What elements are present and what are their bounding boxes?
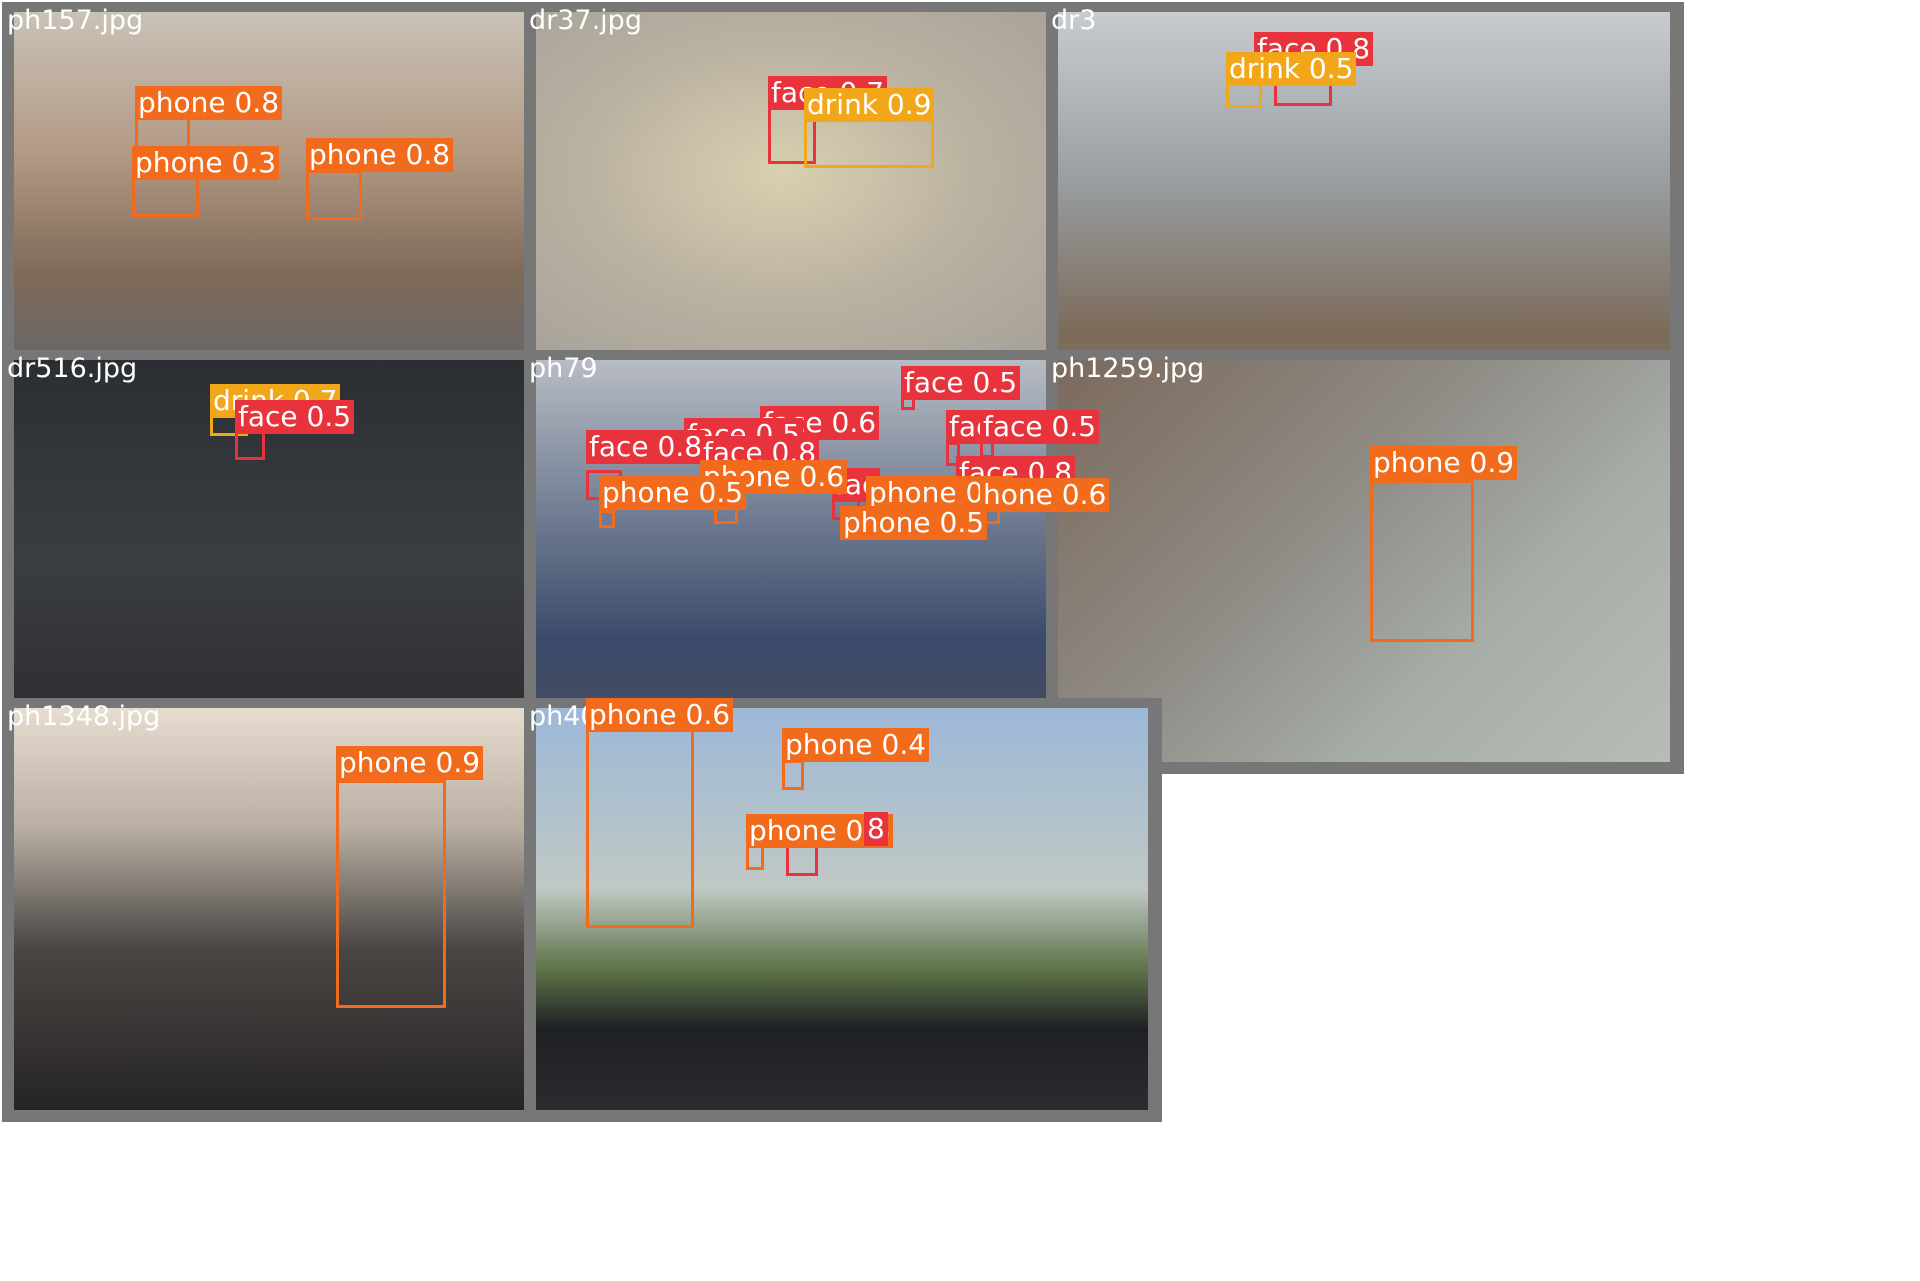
tile-filename: ph1259.jpg — [1051, 353, 1205, 384]
phone-detection-label: phone 0.3 — [132, 146, 280, 180]
phone-detection-label: phone 0.9 — [336, 746, 484, 780]
phone-detection-box — [132, 177, 199, 217]
tile-filename: ph79 — [529, 353, 598, 384]
phone-detection-label: phone 0.4 — [782, 728, 930, 762]
phone-detection-label: phone 0.6 — [586, 698, 734, 732]
phone-detection-label: phone 0.5 — [840, 506, 988, 540]
phone-detection-box — [599, 510, 615, 528]
phone-detection-box — [586, 728, 694, 928]
phone-detection-label: phone 0.5 — [599, 476, 747, 510]
phone-detection-box — [782, 760, 804, 790]
face-detection-label: face 0.8 — [586, 430, 706, 464]
phone-detection-label: phone 0.9 — [1370, 446, 1518, 480]
phone-detection-label: hone 0.6 — [980, 478, 1110, 512]
phone-detection-box — [336, 780, 446, 1008]
face-detection-label: face 0.5 — [980, 410, 1100, 444]
phone-detection-box — [306, 170, 362, 220]
phone-detection-label: phone 0.8 — [306, 138, 454, 172]
tile-filename: dr3 — [1051, 5, 1097, 36]
tile-filename: dr516.jpg — [7, 353, 138, 384]
phone-detection-label: phone 0.8 — [135, 86, 283, 120]
drink-detection-label: drink 0.9 — [804, 88, 935, 122]
drink-detection-label: drink 0.5 — [1226, 52, 1357, 86]
image-tile[interactable]: ph40 phone 0.6 phone 0.4 phone 0.6 8 — [524, 698, 1162, 1122]
mosaic-grid: ph157.jpg phone 0.8 phone 0.3 phone 0.8 dr37… — [0, 0, 1920, 1281]
face-detection-label: face 0.5 — [901, 366, 1021, 400]
tile-filename: ph1348.jpg — [7, 701, 161, 732]
tile-filename: ph157.jpg — [7, 5, 144, 36]
face-detection-label: 8 — [864, 812, 888, 846]
phone-detection-box — [1370, 480, 1474, 642]
tile-filename: dr37.jpg — [529, 5, 642, 36]
face-detection-label: face 0.5 — [235, 400, 355, 434]
